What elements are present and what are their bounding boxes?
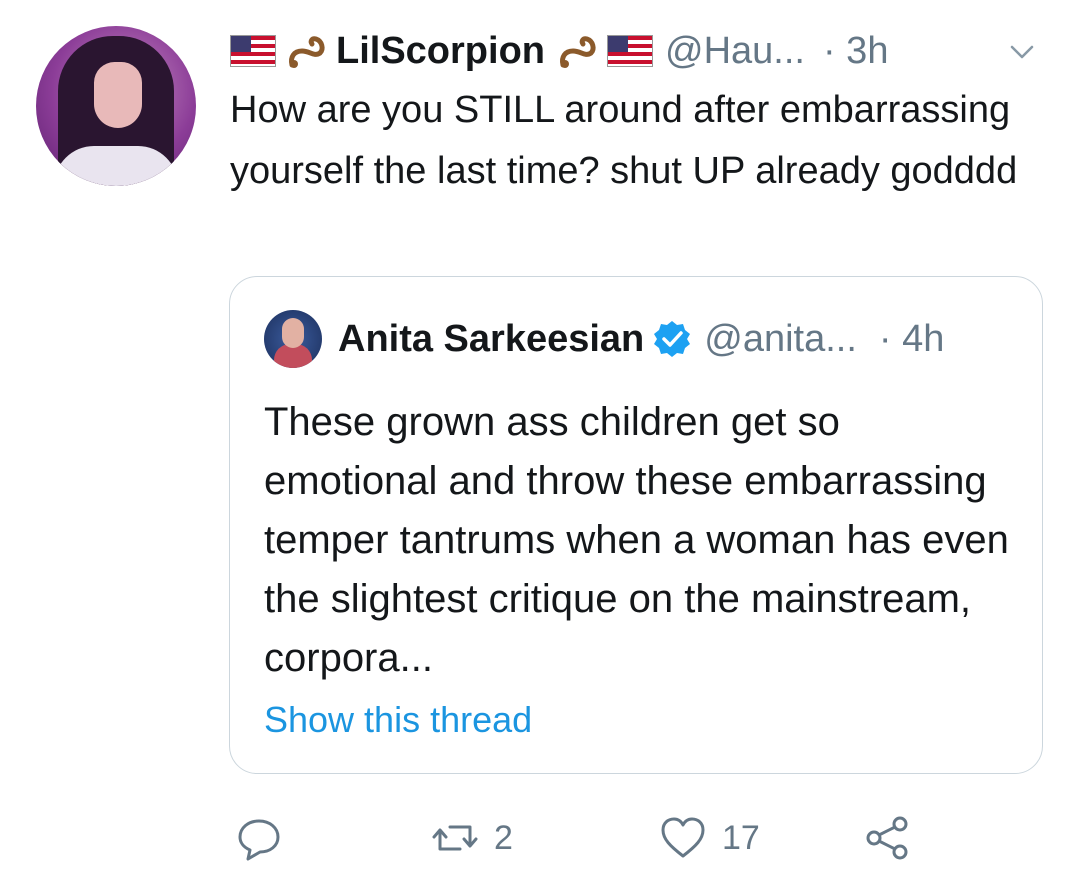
retweet-count: 2 <box>494 818 513 857</box>
us-flag-icon <box>230 35 276 67</box>
quoted-author-avatar <box>264 310 322 368</box>
scorpion-icon <box>560 36 596 68</box>
us-flag-icon <box>607 35 653 67</box>
reply-button[interactable] <box>234 806 298 870</box>
quoted-tweet-text: These grown ass children get so emotiona… <box>264 400 1009 680</box>
quoted-tweet-card[interactable]: Anita Sarkeesian @anita... · 4h These gr… <box>229 276 1043 774</box>
scorpion-icon <box>289 36 325 68</box>
verified-badge-icon <box>654 321 691 357</box>
tweet-actions: 2 17 <box>230 806 1030 870</box>
share-button[interactable] <box>862 806 912 870</box>
tweet-text: How are you STILL around after embarrass… <box>230 89 1018 192</box>
author-display-name[interactable]: LilScorpion <box>336 30 545 73</box>
show-thread-link[interactable]: Show this thread <box>264 699 532 741</box>
author-handle[interactable]: @Hau... <box>665 30 805 73</box>
retweet-button[interactable]: 2 <box>430 806 513 870</box>
quoted-author-display-name: Anita Sarkeesian <box>338 317 645 360</box>
heart-icon <box>661 817 705 858</box>
author-avatar[interactable] <box>36 26 196 186</box>
retweet-icon <box>432 825 478 851</box>
chevron-down-icon[interactable] <box>1008 38 1036 66</box>
tweet-timestamp[interactable]: · 3h <box>823 30 888 73</box>
tweet-header: LilScorpion @Hau... · 3h <box>230 24 1050 78</box>
quoted-tweet-timestamp: · 4h <box>878 317 945 360</box>
reply-icon <box>238 819 280 861</box>
quoted-tweet-header: Anita Sarkeesian @anita... · 4h <box>264 309 944 369</box>
like-count: 17 <box>722 818 760 857</box>
share-icon <box>866 816 908 860</box>
quoted-author-handle: @anita... <box>704 317 857 360</box>
like-button[interactable]: 17 <box>658 806 760 870</box>
